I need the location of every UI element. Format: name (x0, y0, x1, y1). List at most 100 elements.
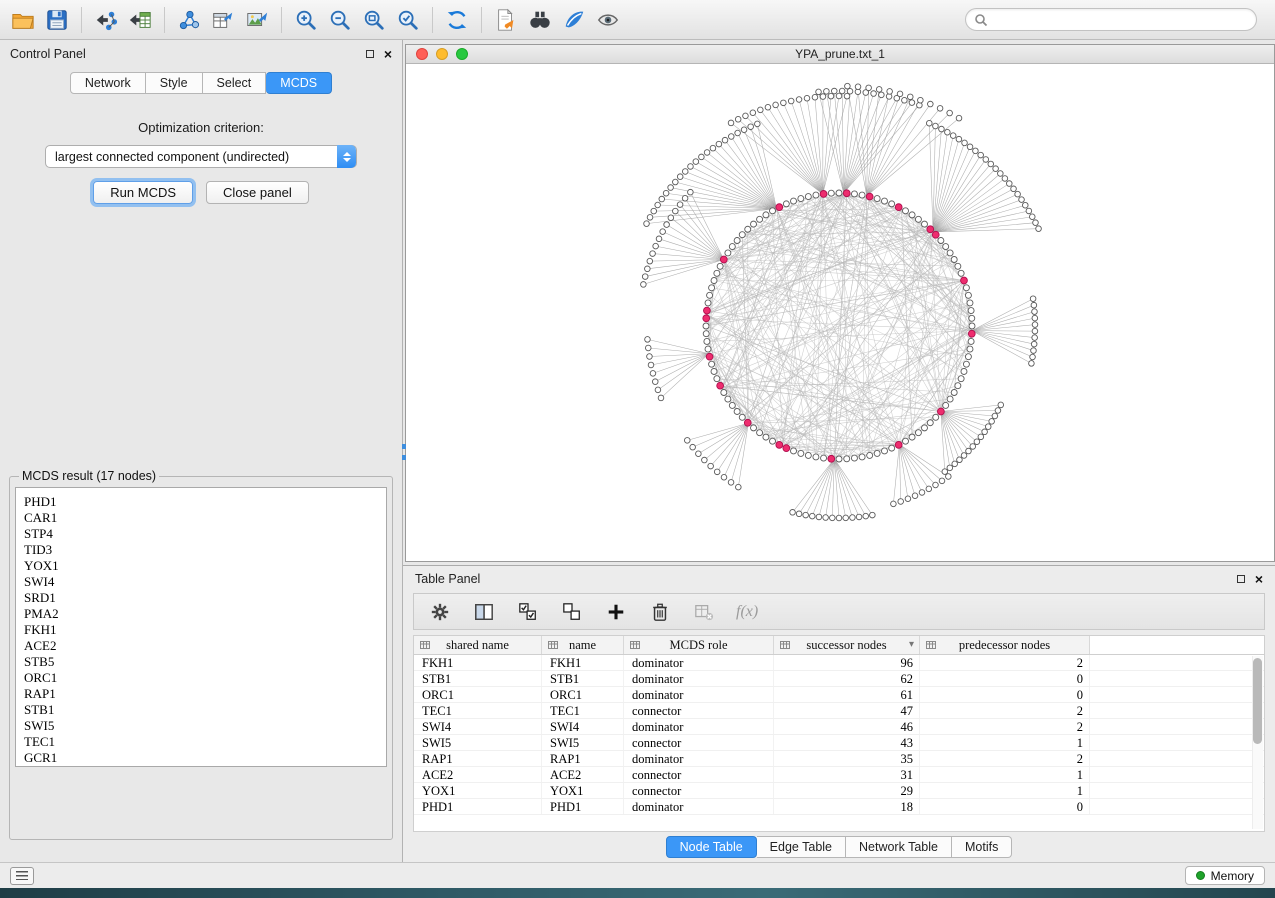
network-node[interactable] (651, 208, 657, 214)
network-node[interactable] (790, 509, 796, 515)
network-node[interactable] (978, 434, 984, 440)
column-header[interactable]: name (542, 636, 624, 654)
network-node[interactable] (659, 196, 665, 202)
network-graph[interactable] (406, 64, 1274, 561)
network-node[interactable] (947, 110, 953, 116)
network-node[interactable] (783, 201, 789, 207)
network-node[interactable] (703, 331, 709, 337)
network-node[interactable] (739, 232, 745, 238)
table-row[interactable]: PHD1PHD1dominator180 (414, 799, 1264, 815)
network-node[interactable] (836, 456, 842, 462)
network-node[interactable] (956, 115, 962, 121)
network-node[interactable] (813, 192, 819, 198)
network-node[interactable] (682, 169, 688, 175)
network-node[interactable] (748, 124, 754, 130)
network-node[interactable] (796, 511, 802, 517)
memory-button[interactable]: Memory (1185, 866, 1265, 885)
network-node[interactable] (647, 258, 653, 264)
network-node[interactable] (729, 244, 735, 250)
network-node[interactable] (816, 514, 822, 520)
search-input[interactable] (993, 13, 1248, 27)
network-node[interactable] (850, 515, 856, 521)
mcds-node[interactable] (961, 277, 968, 284)
network-node[interactable] (650, 371, 656, 377)
network-node[interactable] (735, 116, 741, 122)
network-node[interactable] (968, 308, 974, 314)
network-node[interactable] (938, 238, 944, 244)
network-node[interactable] (824, 89, 830, 95)
result-item[interactable]: TID3 (24, 542, 386, 558)
network-node[interactable] (958, 270, 964, 276)
network-node[interactable] (955, 383, 961, 389)
network-node[interactable] (978, 152, 984, 158)
network-node[interactable] (710, 145, 716, 151)
network-node[interactable] (967, 144, 973, 150)
network-node[interactable] (946, 474, 952, 480)
network-node[interactable] (942, 469, 948, 475)
network-node[interactable] (967, 300, 973, 306)
network-node[interactable] (728, 120, 734, 126)
tab-motifs[interactable]: Motifs (952, 836, 1012, 858)
network-node[interactable] (909, 100, 915, 106)
network-node[interactable] (993, 166, 999, 172)
network-node[interactable] (642, 274, 648, 280)
network-node[interactable] (919, 490, 925, 496)
network-node[interactable] (714, 270, 720, 276)
network-node[interactable] (915, 216, 921, 222)
network-node[interactable] (743, 113, 749, 119)
delete-column-button[interactable] (648, 600, 672, 624)
table-settings-button[interactable] (428, 600, 452, 624)
network-node[interactable] (798, 196, 804, 202)
sort-arrow-icon[interactable]: ▾ (909, 639, 914, 650)
network-node[interactable] (647, 354, 653, 360)
network-node[interactable] (645, 337, 651, 343)
network-node[interactable] (965, 292, 971, 298)
network-node[interactable] (728, 134, 734, 140)
network-node[interactable] (709, 361, 715, 367)
network-node[interactable] (770, 438, 776, 444)
open-session-button[interactable] (6, 4, 40, 36)
table-row[interactable]: FKH1FKH1dominator962 (414, 655, 1264, 671)
network-node[interactable] (1011, 186, 1017, 192)
network-node[interactable] (791, 448, 797, 454)
network-node[interactable] (939, 478, 945, 484)
mcds-node[interactable] (968, 330, 975, 337)
show-columns-button[interactable] (472, 600, 496, 624)
network-node[interactable] (677, 174, 683, 180)
network-node[interactable] (1033, 220, 1039, 226)
network-node[interactable] (1031, 302, 1037, 308)
splitter-handle[interactable] (402, 444, 406, 462)
network-node[interactable] (968, 338, 974, 344)
network-node[interactable] (663, 190, 669, 196)
column-header[interactable]: MCDS role (624, 636, 774, 654)
network-node[interactable] (957, 457, 963, 463)
network-node[interactable] (863, 513, 869, 519)
network-node[interactable] (867, 452, 873, 458)
network-node[interactable] (820, 94, 826, 100)
network-node[interactable] (843, 515, 849, 521)
close-panel-icon[interactable]: × (384, 47, 392, 61)
network-node[interactable] (998, 402, 1004, 408)
network-node[interactable] (947, 396, 953, 402)
network-node[interactable] (921, 221, 927, 227)
network-node[interactable] (655, 387, 661, 393)
deselect-all-rows-button[interactable] (560, 600, 584, 624)
network-node[interactable] (803, 512, 809, 518)
result-item[interactable]: SRD1 (24, 590, 386, 606)
network-node[interactable] (781, 100, 787, 106)
network-node[interactable] (1006, 181, 1012, 187)
network-node[interactable] (831, 88, 837, 94)
network-node[interactable] (844, 456, 850, 462)
network-node[interactable] (673, 208, 679, 214)
mcds-node[interactable] (703, 307, 710, 314)
task-history-button[interactable] (10, 867, 34, 885)
network-node[interactable] (952, 461, 958, 467)
table-row[interactable]: SWI5SWI5connector431 (414, 735, 1264, 751)
network-node[interactable] (950, 133, 956, 139)
network-node[interactable] (796, 97, 802, 103)
network-node[interactable] (859, 192, 865, 198)
network-node[interactable] (1032, 328, 1038, 334)
network-node[interactable] (933, 123, 939, 129)
result-item[interactable]: PMA2 (24, 606, 386, 622)
close-panel-button[interactable]: Close panel (206, 181, 309, 204)
